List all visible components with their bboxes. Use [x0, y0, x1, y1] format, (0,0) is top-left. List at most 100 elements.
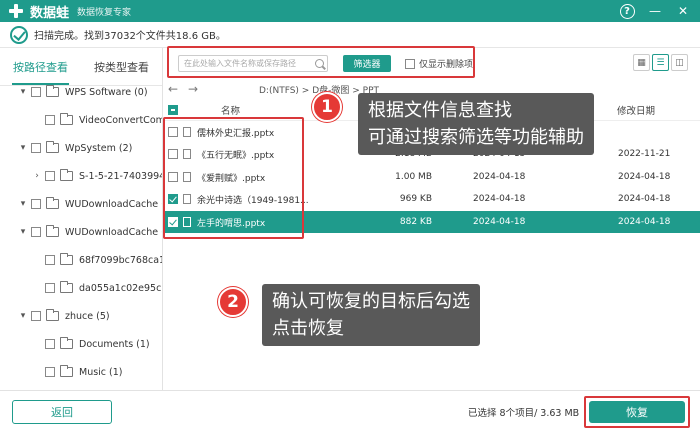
tree-item-label: da055a1c02e95c041ac [79, 282, 162, 294]
tree-item[interactable]: Music (1) [32, 362, 123, 382]
back-arrow-icon[interactable]: ← [163, 82, 183, 96]
tree-item[interactable]: da055a1c02e95c041ac [32, 278, 162, 298]
tab-by-type[interactable]: 按类型查看 [81, 48, 162, 85]
folder-icon [46, 141, 59, 153]
tree-checkbox[interactable] [31, 87, 41, 97]
folder-icon [60, 281, 73, 293]
folder-icon [60, 253, 73, 265]
tree-item-label: WUDownloadCache (0) [65, 226, 162, 238]
file-size: 882 KB [399, 217, 432, 227]
file-size: 969 KB [399, 194, 432, 204]
file-created-date: 2024-04-18 [473, 194, 526, 204]
tree-item-label: WpSystem (2) [65, 142, 133, 154]
tree-item-label: 68f7099bc768ca1de3e [79, 254, 162, 266]
tree-checkbox[interactable] [45, 339, 55, 349]
folder-icon [46, 197, 59, 209]
list-view-icon[interactable]: ☰ [652, 54, 669, 71]
tree-item[interactable]: 68f7099bc768ca1de3e [32, 250, 162, 270]
file-size: 1.00 MB [395, 172, 432, 182]
close-button[interactable]: ✕ [674, 2, 692, 20]
recover-highlight-box: 恢复 [584, 396, 690, 428]
tree-item-label: S-1-5-21-740399427-3 [79, 170, 162, 182]
select-all-checkbox[interactable] [168, 104, 178, 115]
column-modified-date[interactable]: 修改日期 [617, 103, 655, 117]
chevron-icon[interactable]: › [32, 171, 42, 181]
tree-item-label: Documents (1) [79, 338, 150, 350]
tree-item[interactable]: ▾ WUDownloadCache (0) [18, 222, 162, 242]
plus-logo-icon [8, 3, 24, 19]
tree-item[interactable]: ▾ WpSystem (2) [18, 138, 132, 158]
app-name: 数据蛙 [30, 5, 70, 21]
tree-checkbox[interactable] [31, 311, 41, 321]
back-button[interactable]: 返回 [12, 400, 112, 424]
tree-checkbox[interactable] [45, 367, 55, 377]
step-one-line2: 可通过搜索筛选等功能辅助 [368, 127, 584, 148]
file-modified-date: 2024-04-18 [618, 194, 671, 204]
close-icon: ✕ [677, 4, 689, 18]
tree-item-label: zhuce (5) [65, 310, 110, 322]
folder-icon [60, 365, 73, 377]
tree-item[interactable]: ▾ WUDownloadCache (0) [18, 194, 162, 214]
file-created-date: 2024-04-18 [473, 217, 526, 227]
tree-item[interactable]: ▾ zhuce (5) [18, 306, 110, 326]
view-switcher: ▦ ☰ ◫ [633, 54, 688, 71]
folder-icon [46, 85, 59, 97]
chevron-icon[interactable]: ▾ [18, 143, 28, 153]
app-logo: 数据蛙 数据恢复专家 [8, 2, 131, 21]
minimize-button[interactable]: — [646, 2, 664, 20]
tree-item-label: WPS Software (0) [65, 86, 148, 98]
folder-icon [60, 113, 73, 125]
sidebar: 按路径查看 按类型查看 ▾ WPS Software (0) VideoConver… [0, 48, 163, 390]
chevron-icon[interactable]: ▾ [18, 227, 28, 237]
tree-checkbox[interactable] [31, 199, 41, 209]
tree-checkbox[interactable] [45, 255, 55, 265]
tree-item-label: Music (1) [79, 366, 123, 378]
tree-checkbox[interactable] [45, 283, 55, 293]
footer-bar: 返回 已选择 8个项目/ 3.63 MB 恢复 [0, 390, 700, 436]
tree-item-label: VideoConvertCompres [79, 114, 162, 126]
tree-checkbox[interactable] [45, 115, 55, 125]
grid-view-icon[interactable]: ▦ [633, 54, 650, 71]
tab-by-path[interactable]: 按路径查看 [0, 48, 81, 85]
sidebar-tabs: 按路径查看 按类型查看 [0, 48, 162, 86]
selection-summary: 已选择 8个项目/ 3.63 MB [468, 408, 580, 419]
tree-item[interactable]: › S-1-5-21-740399427-3 [32, 166, 162, 186]
tree-item[interactable]: Documents (1) [32, 334, 150, 354]
detail-view-icon[interactable]: ◫ [671, 54, 688, 71]
folder-icon [60, 169, 73, 181]
folder-icon [46, 309, 59, 321]
scan-status-bar: 扫描完成。找到37032个文件共18.6 GB。 [0, 22, 700, 48]
tree-item[interactable]: ▾ WPS Software (0) [18, 82, 148, 102]
tree-checkbox[interactable] [31, 227, 41, 237]
tree-item[interactable]: VideoConvertCompres [32, 110, 162, 130]
recover-button[interactable]: 恢复 [589, 401, 685, 423]
title-bar: 数据蛙 数据恢复专家 ? — ✕ [0, 0, 700, 22]
search-highlight-box [167, 46, 475, 78]
tree-checkbox[interactable] [31, 143, 41, 153]
step-two-badge: 2 [218, 287, 248, 317]
chevron-icon[interactable]: ▾ [18, 311, 28, 321]
file-created-date: 2024-04-18 [473, 172, 526, 182]
minimize-icon: — [649, 4, 661, 18]
step-one-callout: 根据文件信息查找 可通过搜索筛选等功能辅助 [358, 93, 594, 155]
help-button[interactable]: ? [618, 2, 636, 20]
tree-item-label: WUDownloadCache (0) [65, 198, 162, 210]
chevron-icon[interactable]: ▾ [18, 87, 28, 97]
file-list-highlight-box [163, 117, 304, 239]
step-two-callout: 确认可恢复的目标后勾选 点击恢复 [262, 284, 480, 346]
scan-status-text: 扫描完成。找到37032个文件共18.6 GB。 [34, 31, 226, 42]
step-two-line1: 确认可恢复的目标后勾选 [272, 291, 470, 312]
file-modified-date: 2022-11-21 [618, 149, 671, 159]
file-modified-date: 2024-04-18 [618, 172, 671, 182]
file-modified-date: 2024-04-18 [618, 217, 671, 227]
app-subtitle: 数据恢复专家 [77, 7, 132, 18]
chevron-icon[interactable]: ▾ [18, 199, 28, 209]
check-circle-icon [10, 25, 28, 44]
tree-checkbox[interactable] [45, 171, 55, 181]
step-one-line1: 根据文件信息查找 [368, 100, 512, 121]
folder-icon [46, 225, 59, 237]
help-icon: ? [619, 3, 635, 19]
folder-icon [60, 337, 73, 349]
column-name[interactable]: 名称 [221, 103, 240, 117]
forward-arrow-icon[interactable]: → [183, 82, 203, 96]
